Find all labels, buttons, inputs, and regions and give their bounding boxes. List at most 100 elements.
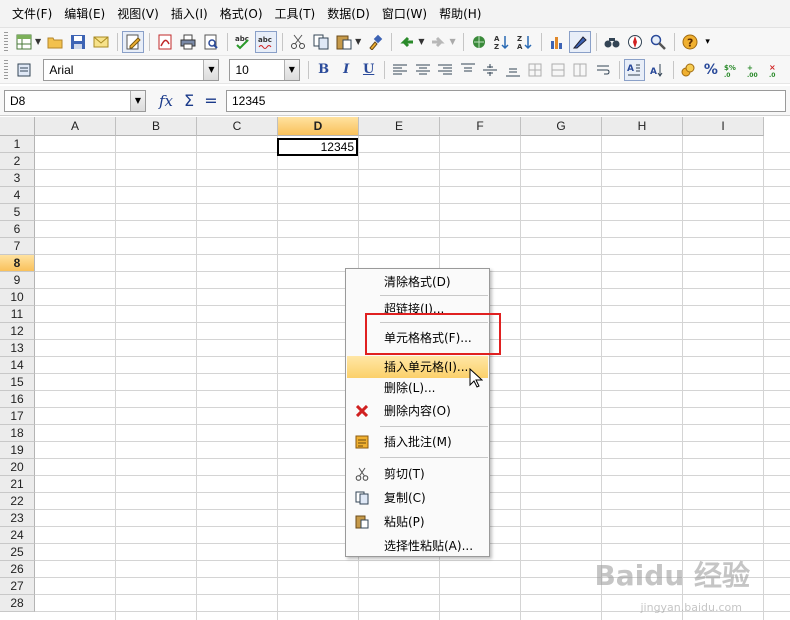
column-header-b[interactable]: B — [116, 117, 197, 136]
chevron-down-icon[interactable]: ▼ — [35, 37, 41, 46]
align-bottom-icon[interactable] — [502, 59, 524, 81]
number-format-icon[interactable]: $% .0 — [723, 59, 745, 81]
help-icon[interactable]: ? — [679, 31, 701, 53]
zoom-icon[interactable] — [647, 31, 669, 53]
row-header-22[interactable]: 22 — [0, 493, 35, 510]
save-icon[interactable] — [67, 31, 89, 53]
cut-icon[interactable] — [287, 31, 309, 53]
chevron-down-icon[interactable]: ▼ — [203, 59, 219, 80]
wrap-text-icon[interactable] — [592, 59, 614, 81]
menu-insert[interactable]: 插入(I) — [165, 4, 214, 24]
row-header-25[interactable]: 25 — [0, 544, 35, 561]
name-box-value[interactable]: D8 — [5, 94, 130, 108]
align-center-icon[interactable] — [412, 59, 434, 81]
menu-item-delete[interactable]: 删除(L)... — [347, 377, 488, 399]
menu-item-paste[interactable]: 粘贴(P) — [347, 511, 488, 533]
row-header-3[interactable]: 3 — [0, 170, 35, 187]
menu-item-paste-special[interactable]: 选择性粘贴(A)... — [347, 535, 488, 557]
menu-view[interactable]: 视图(V) — [111, 4, 165, 24]
column-header-e[interactable]: E — [359, 117, 440, 136]
column-header-i[interactable]: I — [683, 117, 764, 136]
row-header-24[interactable]: 24 — [0, 527, 35, 544]
row-header-13[interactable]: 13 — [0, 340, 35, 357]
font-size-value[interactable]: 10 — [230, 63, 283, 77]
new-spreadsheet-icon[interactable] — [13, 31, 35, 53]
merge-cells-icon[interactable] — [547, 59, 569, 81]
underline-icon[interactable]: U — [358, 59, 380, 81]
menu-format[interactable]: 格式(O) — [214, 4, 269, 24]
row-header-7[interactable]: 7 — [0, 238, 35, 255]
draw-icon[interactable] — [568, 30, 591, 53]
column-header-d[interactable]: D — [278, 117, 359, 136]
row-header-16[interactable]: 16 — [0, 391, 35, 408]
align-middle-icon[interactable] — [479, 59, 501, 81]
delete-decimal-icon[interactable]: × .0 — [768, 59, 790, 81]
vertical-text-icon[interactable]: A — [646, 59, 668, 81]
align-left-icon[interactable] — [389, 59, 411, 81]
column-header-c[interactable]: C — [197, 117, 278, 136]
row-header-27[interactable]: 27 — [0, 578, 35, 595]
row-header-20[interactable]: 20 — [0, 459, 35, 476]
align-right-icon[interactable] — [434, 59, 456, 81]
split-cells-icon[interactable] — [570, 59, 592, 81]
row-header-14[interactable]: 14 — [0, 357, 35, 374]
row-header-11[interactable]: 11 — [0, 306, 35, 323]
menu-item-copy[interactable]: 复制(C) — [347, 487, 488, 509]
row-header-26[interactable]: 26 — [0, 561, 35, 578]
column-header-g[interactable]: G — [521, 117, 602, 136]
row-header-2[interactable]: 2 — [0, 153, 35, 170]
styles-icon[interactable] — [13, 59, 35, 81]
text-direction-icon[interactable]: A — [623, 58, 646, 81]
export-pdf-icon[interactable] — [154, 31, 176, 53]
bold-icon[interactable]: B — [313, 59, 335, 81]
menu-item-clear-format[interactable]: 清除格式(D) — [347, 271, 488, 293]
chevron-down-icon[interactable]: ▼ — [449, 37, 455, 46]
row-header-4[interactable]: 4 — [0, 187, 35, 204]
active-cell-d8[interactable]: 12345 — [277, 138, 358, 156]
chevron-down-icon[interactable]: ▼ — [283, 59, 299, 80]
hyperlink-icon[interactable] — [468, 31, 490, 53]
menu-item-delete-contents[interactable]: 删除内容(O) — [347, 400, 488, 422]
percent-format-icon[interactable]: % — [700, 59, 722, 81]
autospellcheck-icon[interactable]: abc — [255, 30, 278, 53]
row-header-17[interactable]: 17 — [0, 408, 35, 425]
chevron-down-icon[interactable]: ▼ — [355, 37, 361, 46]
copy-icon[interactable] — [310, 31, 332, 53]
format-paintbrush-icon[interactable] — [364, 31, 386, 53]
menu-item-insert-cells[interactable]: 插入单元格(I)... — [347, 356, 488, 378]
font-name-combo[interactable]: Arial ▼ — [43, 58, 220, 81]
align-top-icon[interactable] — [457, 59, 479, 81]
find-icon[interactable] — [601, 31, 623, 53]
row-header-8[interactable]: 8 — [0, 255, 35, 272]
menu-edit[interactable]: 编辑(E) — [58, 4, 111, 24]
menu-item-insert-comment[interactable]: 插入批注(M) — [347, 431, 488, 453]
spellcheck-icon[interactable]: abc — [232, 31, 254, 53]
open-folder-icon[interactable] — [44, 31, 66, 53]
chevron-down-icon[interactable]: ▼ — [130, 90, 145, 111]
menu-window[interactable]: 窗口(W) — [376, 4, 433, 24]
navigator-icon[interactable] — [624, 31, 646, 53]
toolbar-grip[interactable] — [4, 59, 8, 80]
font-name-value[interactable]: Arial — [44, 63, 203, 77]
row-header-1[interactable]: 1 — [0, 136, 35, 153]
paste-icon[interactable] — [333, 31, 355, 53]
toolbar-overflow-icon[interactable]: ▾ — [702, 31, 714, 53]
print-preview-icon[interactable] — [200, 31, 222, 53]
row-header-5[interactable]: 5 — [0, 204, 35, 221]
row-header-19[interactable]: 19 — [0, 442, 35, 459]
edit-file-icon[interactable] — [122, 30, 145, 53]
sum-icon[interactable]: Σ — [178, 91, 200, 110]
toolbar-grip[interactable] — [4, 31, 8, 52]
row-header-6[interactable]: 6 — [0, 221, 35, 238]
row-header-15[interactable]: 15 — [0, 374, 35, 391]
row-header-18[interactable]: 18 — [0, 425, 35, 442]
borders-icon[interactable] — [524, 59, 546, 81]
column-header-a[interactable]: A — [35, 117, 116, 136]
menu-tools[interactable]: 工具(T) — [269, 4, 322, 24]
row-header-12[interactable]: 12 — [0, 323, 35, 340]
font-size-combo[interactable]: 10 ▼ — [229, 58, 300, 81]
column-header-f[interactable]: F — [440, 117, 521, 136]
redo-icon[interactable] — [427, 31, 449, 53]
menu-help[interactable]: 帮助(H) — [433, 4, 487, 24]
menu-item-cut[interactable]: 剪切(T) — [347, 463, 488, 485]
